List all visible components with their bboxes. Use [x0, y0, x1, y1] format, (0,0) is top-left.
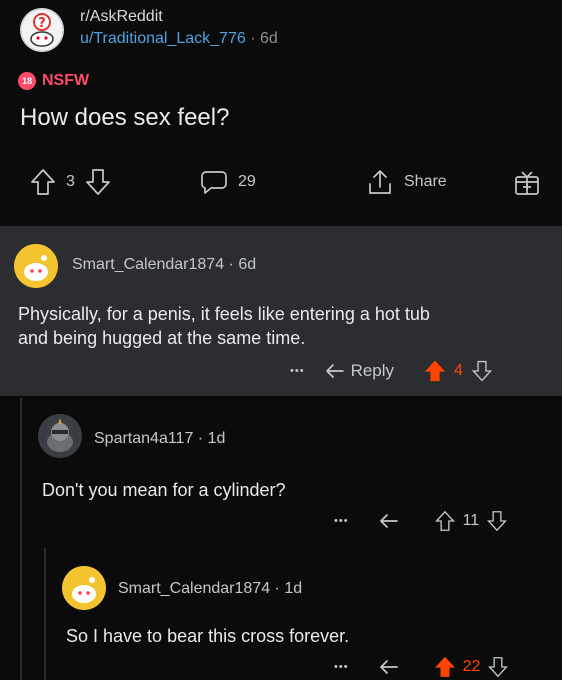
- comment-author[interactable]: Smart_Calendar1874: [118, 580, 270, 597]
- comment-score: 11: [462, 512, 480, 529]
- share-icon: [366, 168, 394, 196]
- reply-button[interactable]: Reply: [351, 361, 394, 381]
- meta-separator: ·: [250, 30, 260, 47]
- avatar[interactable]: [14, 244, 58, 288]
- comment-author-line: Spartan4a117 · 1d: [94, 430, 225, 448]
- comment-score: 4: [454, 362, 463, 379]
- nsfw-tag: 18 NSFW: [18, 72, 89, 90]
- post-vote-group: 3: [30, 168, 111, 196]
- comment-age: 1d: [284, 580, 303, 597]
- reply-icon[interactable]: [379, 512, 399, 530]
- upvote-icon[interactable]: [424, 360, 446, 382]
- comment-text-line: Physically, for a penis, it feels like e…: [18, 304, 430, 324]
- share-label: Share: [404, 173, 447, 190]
- post-age: 6d: [259, 30, 278, 47]
- post-meta: u/Traditional_Lack_776 · 6d: [80, 30, 278, 48]
- reply-icon[interactable]: [379, 658, 399, 676]
- comments-button[interactable]: 29: [200, 168, 256, 196]
- share-button[interactable]: Share: [366, 168, 447, 196]
- more-icon[interactable]: •••: [334, 661, 349, 673]
- comment-age: 1d: [207, 430, 226, 447]
- comment-body: So I have to bear this cross forever.: [66, 626, 350, 646]
- comment-action-row: ••• 22: [334, 656, 509, 678]
- comment-author[interactable]: Smart_Calendar1874: [72, 256, 224, 273]
- downvote-icon[interactable]: [471, 360, 493, 382]
- thread-line[interactable]: [20, 398, 22, 680]
- meta-separator: ·: [193, 430, 208, 447]
- downvote-icon[interactable]: [487, 510, 508, 532]
- meta-separator: ·: [270, 580, 285, 597]
- post-author[interactable]: u/Traditional_Lack_776: [80, 30, 246, 47]
- avatar[interactable]: [62, 566, 106, 610]
- comment-action-row: ••• 11: [334, 510, 508, 532]
- askreddit-icon[interactable]: ?: [20, 8, 64, 52]
- comment-body: Physically, for a penis, it feels like e…: [18, 302, 548, 350]
- comment-icon: [200, 168, 228, 196]
- avatar[interactable]: [38, 414, 82, 458]
- meta-separator: ·: [224, 256, 239, 273]
- comment-author[interactable]: Spartan4a117: [94, 430, 193, 447]
- comment-age: 6d: [238, 256, 257, 273]
- award-button[interactable]: [512, 168, 542, 198]
- comment-author-line: Smart_Calendar1874 · 6d: [72, 256, 256, 274]
- downvote-icon[interactable]: [85, 168, 111, 196]
- upvote-icon[interactable]: [434, 510, 455, 532]
- downvote-icon[interactable]: [488, 656, 509, 678]
- post-action-bar: 3 29 Share: [0, 160, 562, 204]
- upvote-icon[interactable]: [434, 656, 455, 678]
- post-score: 3: [66, 173, 75, 190]
- nsfw-badge-icon: 18: [18, 72, 36, 90]
- comment-body: Don't you mean for a cylinder?: [42, 480, 286, 500]
- comment-text-line: and being hugged at the same time.: [18, 328, 306, 348]
- more-icon[interactable]: •••: [290, 365, 305, 377]
- more-icon[interactable]: •••: [334, 515, 349, 527]
- comment-action-row: ••• Reply 4: [290, 360, 493, 382]
- svg-text:?: ?: [38, 16, 46, 31]
- post-title[interactable]: How does sex feel?: [20, 104, 229, 132]
- comment-author-line: Smart_Calendar1874 · 1d: [118, 580, 302, 598]
- upvote-icon[interactable]: [30, 168, 56, 196]
- thread-line[interactable]: [44, 548, 46, 680]
- reply-icon[interactable]: [325, 362, 345, 380]
- nsfw-label: NSFW: [42, 72, 90, 89]
- award-icon: [512, 168, 542, 198]
- comment-score: 22: [462, 658, 481, 675]
- subreddit-name[interactable]: r/AskReddit: [80, 8, 163, 26]
- comment-count: 29: [238, 173, 256, 190]
